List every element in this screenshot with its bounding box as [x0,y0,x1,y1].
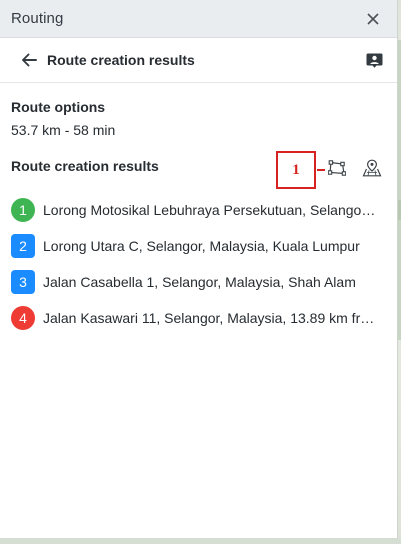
stop-number-badge: 2 [11,234,35,258]
back-button[interactable] [18,49,40,71]
stop-address: Lorong Utara C, Selangor, Malaysia, Kual… [43,238,360,254]
routing-panel: Routing Route creation results Route opt… [0,0,398,538]
results-header: Route creation results [0,38,397,83]
stop-address: Jalan Kasawari 11, Selangor, Malaysia, 1… [43,310,379,326]
stop-number-badge: 1 [11,198,35,222]
panel-title: Routing [11,10,64,27]
locate-on-map-button[interactable] [360,156,384,180]
route-stop-item[interactable]: 3 Jalan Casabella 1, Selangor, Malaysia, … [11,264,386,300]
map-pin-icon [362,159,382,177]
annotation-number: 1 [292,161,300,178]
show-route-button[interactable] [325,156,349,180]
route-options-label: Route options [11,99,106,115]
results-label: Route creation results [11,158,159,174]
arrow-left-icon [22,53,37,67]
close-button[interactable] [363,9,383,29]
stop-number-badge: 4 [11,306,35,330]
route-stop-item[interactable]: 4 Jalan Kasawari 11, Selangor, Malaysia, … [11,300,386,336]
annotation-connector [317,169,325,171]
route-stop-item[interactable]: 2 Lorong Utara C, Selangor, Malaysia, Kua… [11,228,386,264]
panel-content: Route options 53.7 km - 58 min Route cre… [0,99,397,336]
stop-address: Jalan Casabella 1, Selangor, Malaysia, S… [43,274,356,290]
stop-address: Lorong Motosikal Lebuhraya Persekutuan, … [43,202,379,218]
panel-title-bar: Routing [0,0,397,38]
results-toolbar: Route creation results 1 [11,151,386,189]
page-title: Route creation results [47,52,195,68]
contact-card-icon [366,53,382,68]
route-summary: 53.7 km - 58 min [11,122,116,138]
route-stop-item[interactable]: 1 Lorong Motosikal Lebuhraya Persekutuan,… [11,192,386,228]
map-road [0,538,401,544]
route-polygon-icon [328,160,346,176]
contact-card-button[interactable] [363,49,385,71]
stop-number-badge: 3 [11,270,35,294]
close-icon [367,12,379,25]
stop-list: 1 Lorong Motosikal Lebuhraya Persekutuan,… [11,192,386,336]
annotation-marker: 1 [276,151,316,189]
